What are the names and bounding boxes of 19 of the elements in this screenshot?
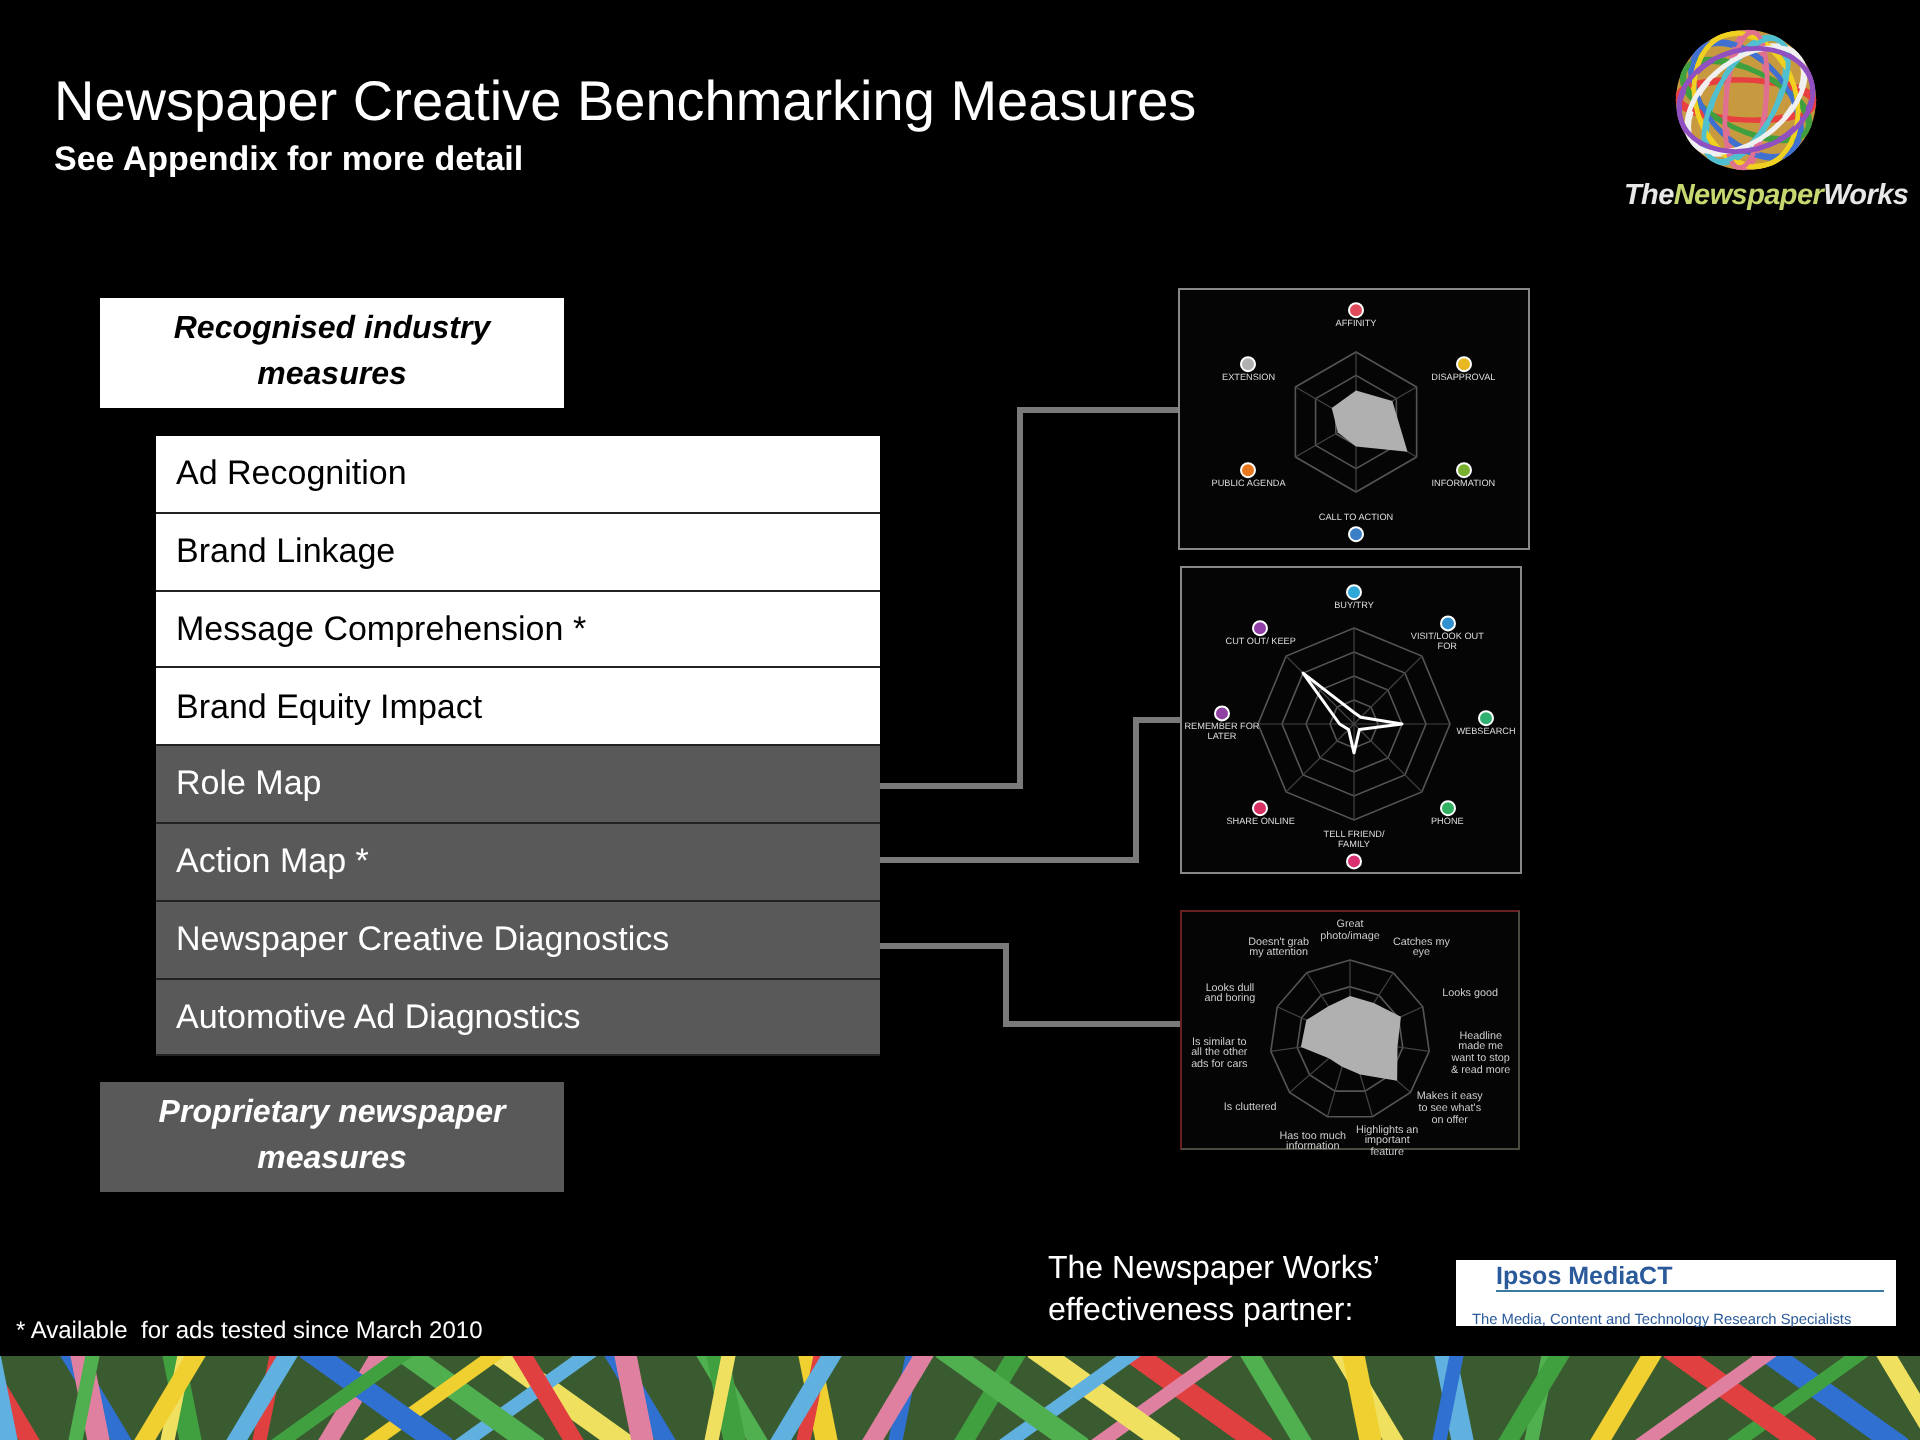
measure-row: Newspaper Creative Diagnostics	[156, 901, 880, 980]
footnote: * Available for ads tested since March 2010	[16, 1314, 483, 1348]
logo-wordmark: TheNewspaperWorks	[1624, 178, 1909, 216]
measure-row: Action Map *	[156, 823, 880, 902]
slide-title: Newspaper Creative Benchmarking Measures	[54, 72, 1197, 134]
measure-row: Brand Linkage	[156, 513, 880, 592]
category-label: Proprietary newspaper measures	[100, 1082, 564, 1192]
measure-row: Ad Recognition	[156, 436, 880, 514]
category-label: Recognised industry measures	[100, 298, 564, 408]
measure-row: Automotive Ad Diagnostics	[156, 979, 880, 1057]
radar-shape	[1301, 671, 1404, 755]
measure-row: Brand Equity Impact	[156, 668, 880, 747]
radar-shape	[1331, 390, 1408, 452]
measure-row: Message Comprehension *	[156, 591, 880, 669]
radar-shape	[1300, 996, 1401, 1081]
slide-subtitle: See Appendix for more detail	[54, 137, 526, 182]
partner-text: The Newspaper Works’ effectiveness partner:	[1048, 1250, 1381, 1332]
logo-name: Ipsos MediaCT	[1496, 1262, 1884, 1293]
measure-row: Role Map	[156, 746, 880, 824]
